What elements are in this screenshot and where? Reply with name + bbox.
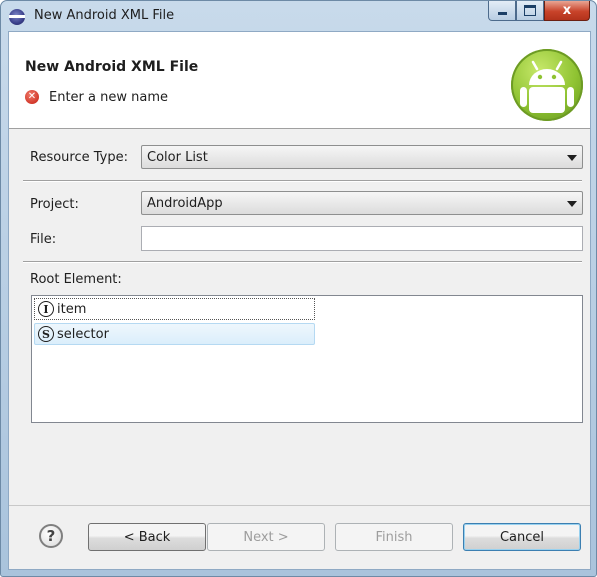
help-icon[interactable]: ? [39,524,63,548]
next-button[interactable]: Next > [207,523,325,551]
file-name-input[interactable] [141,226,583,251]
dialog-content: New Android XML File ✕ Enter a new name … [8,31,591,570]
maximize-button[interactable] [516,1,544,21]
selector-element-icon: S [38,326,54,342]
file-label: File: [30,232,57,247]
error-icon: ✕ [25,90,39,104]
item-element-icon: I [38,301,54,317]
list-item-label: item [57,301,87,317]
chevron-down-icon [567,155,577,161]
project-value: AndroidApp [147,196,223,211]
error-message: Enter a new name [49,90,168,105]
eclipse-app-icon [9,9,25,25]
project-label: Project: [30,197,79,212]
android-logo-icon [511,49,583,121]
list-item[interactable]: I item [34,298,315,320]
finish-button[interactable]: Finish [335,523,453,551]
root-element-list[interactable]: I item S selector [31,295,583,423]
resource-type-label: Resource Type: [30,150,128,165]
chevron-down-icon [567,201,577,207]
wizard-body: Resource Type: Color List Project: Andro… [9,129,590,569]
wizard-title: New Android XML File [25,59,199,75]
close-button[interactable]: x [544,1,590,21]
project-combo[interactable]: AndroidApp [141,191,583,215]
window-title: New Android XML File [34,8,175,23]
separator [23,261,582,263]
android-robot-icon [520,60,574,113]
cancel-button[interactable]: Cancel [463,523,581,551]
title-bar[interactable]: New Android XML File x [1,1,596,31]
root-element-label: Root Element: [30,272,122,287]
resource-type-combo[interactable]: Color List [141,145,583,169]
dialog-window: New Android XML File x New Android XML F… [0,0,597,577]
separator [23,180,582,182]
list-item-label: selector [57,326,109,342]
minimize-icon [497,12,507,15]
maximize-icon [524,5,536,16]
resource-type-value: Color List [147,150,208,165]
close-icon: x [562,3,572,18]
footer-separator [9,505,590,506]
wizard-header: New Android XML File ✕ Enter a new name [9,32,590,129]
back-button[interactable]: < Back [88,523,206,551]
list-item[interactable]: S selector [34,323,315,345]
window-controls: x [488,1,590,21]
minimize-button[interactable] [488,1,516,21]
